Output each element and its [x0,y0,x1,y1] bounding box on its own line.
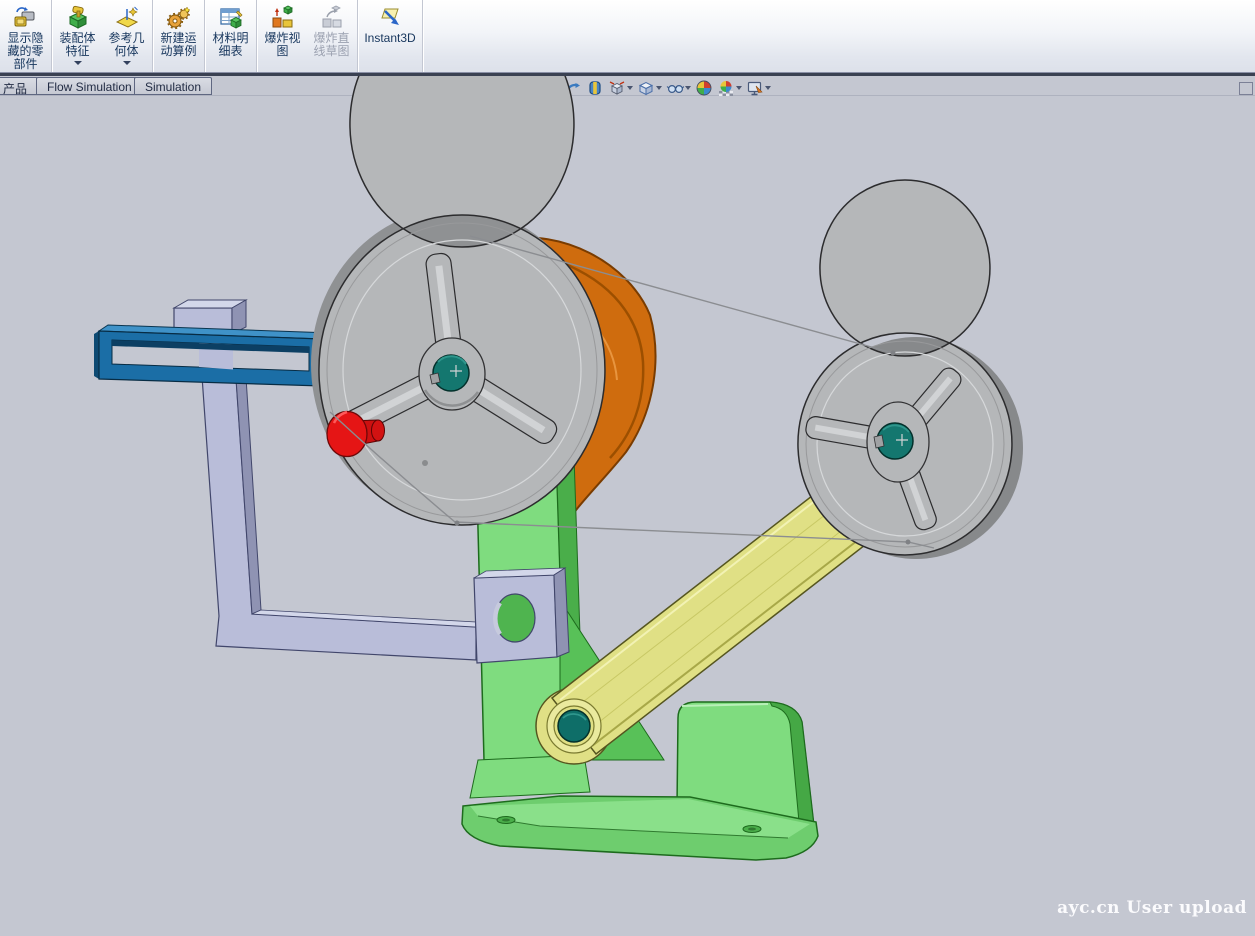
assembly-features-icon [65,5,91,31]
left-pulley-part[interactable] [311,76,605,525]
button-label: 材料明细表 [210,32,252,58]
instant3d-button[interactable]: Instant3D [359,0,421,72]
reference-geometry-icon [114,5,140,31]
instant3d-icon [377,5,403,31]
right-pulley-part[interactable] [798,180,1023,559]
button-label: 新建运动算例 [158,32,200,58]
show-hidden-components-icon [13,5,39,31]
bill-of-materials-button[interactable]: 材料明细表 [206,0,255,72]
assembly-features-button[interactable]: 装配体特征 [53,0,102,72]
dropdown-caret-icon[interactable] [74,61,82,65]
group-bom: 材料明细表 [205,0,257,72]
group-components: 显示隐藏的零部件 [0,0,52,72]
button-label: 参考几何体 [106,32,148,58]
button-label: 爆炸视图 [262,32,304,58]
yoke-plate-hole [495,594,535,642]
slotted-link-part[interactable] [94,325,331,386]
group-motion: 新建运动算例 [153,0,205,72]
button-label: Instant3D [360,32,420,45]
button-label: 爆炸直线草图 [311,32,353,58]
group-assembly: 装配体特征 参考几何体 [52,0,153,72]
button-label: 装配体特征 [57,32,99,58]
reference-geometry-button[interactable]: 参考几何体 [102,0,151,72]
show-hidden-components-button[interactable]: 显示隐藏的零部件 [1,0,50,72]
group-explode: 爆炸视图 爆炸直线草图 [257,0,358,72]
graphics-viewport[interactable]: ayc.cn User upload [0,76,1255,936]
new-motion-study-button[interactable]: 新建运动算例 [154,0,203,72]
solidworks-window: 显示隐藏的零部件 装配体特征 [0,0,1255,936]
exploded-view-icon [270,5,296,31]
watermark: ayc.cn User upload [1057,898,1247,918]
command-manager-toolbar: 显示隐藏的零部件 装配体特征 [0,0,1255,73]
vertex-marker [422,460,428,466]
explode-line-sketch-button[interactable]: 爆炸直线草图 [307,0,356,72]
group-instant3d: Instant3D [358,0,423,72]
dropdown-caret-icon[interactable] [123,61,131,65]
assembly-model [0,76,1255,936]
exploded-view-button[interactable]: 爆炸视图 [258,0,307,72]
button-label: 显示隐藏的零部件 [5,32,47,71]
explode-line-sketch-icon [319,5,345,31]
new-motion-study-icon [166,5,192,31]
bill-of-materials-icon [218,5,244,31]
